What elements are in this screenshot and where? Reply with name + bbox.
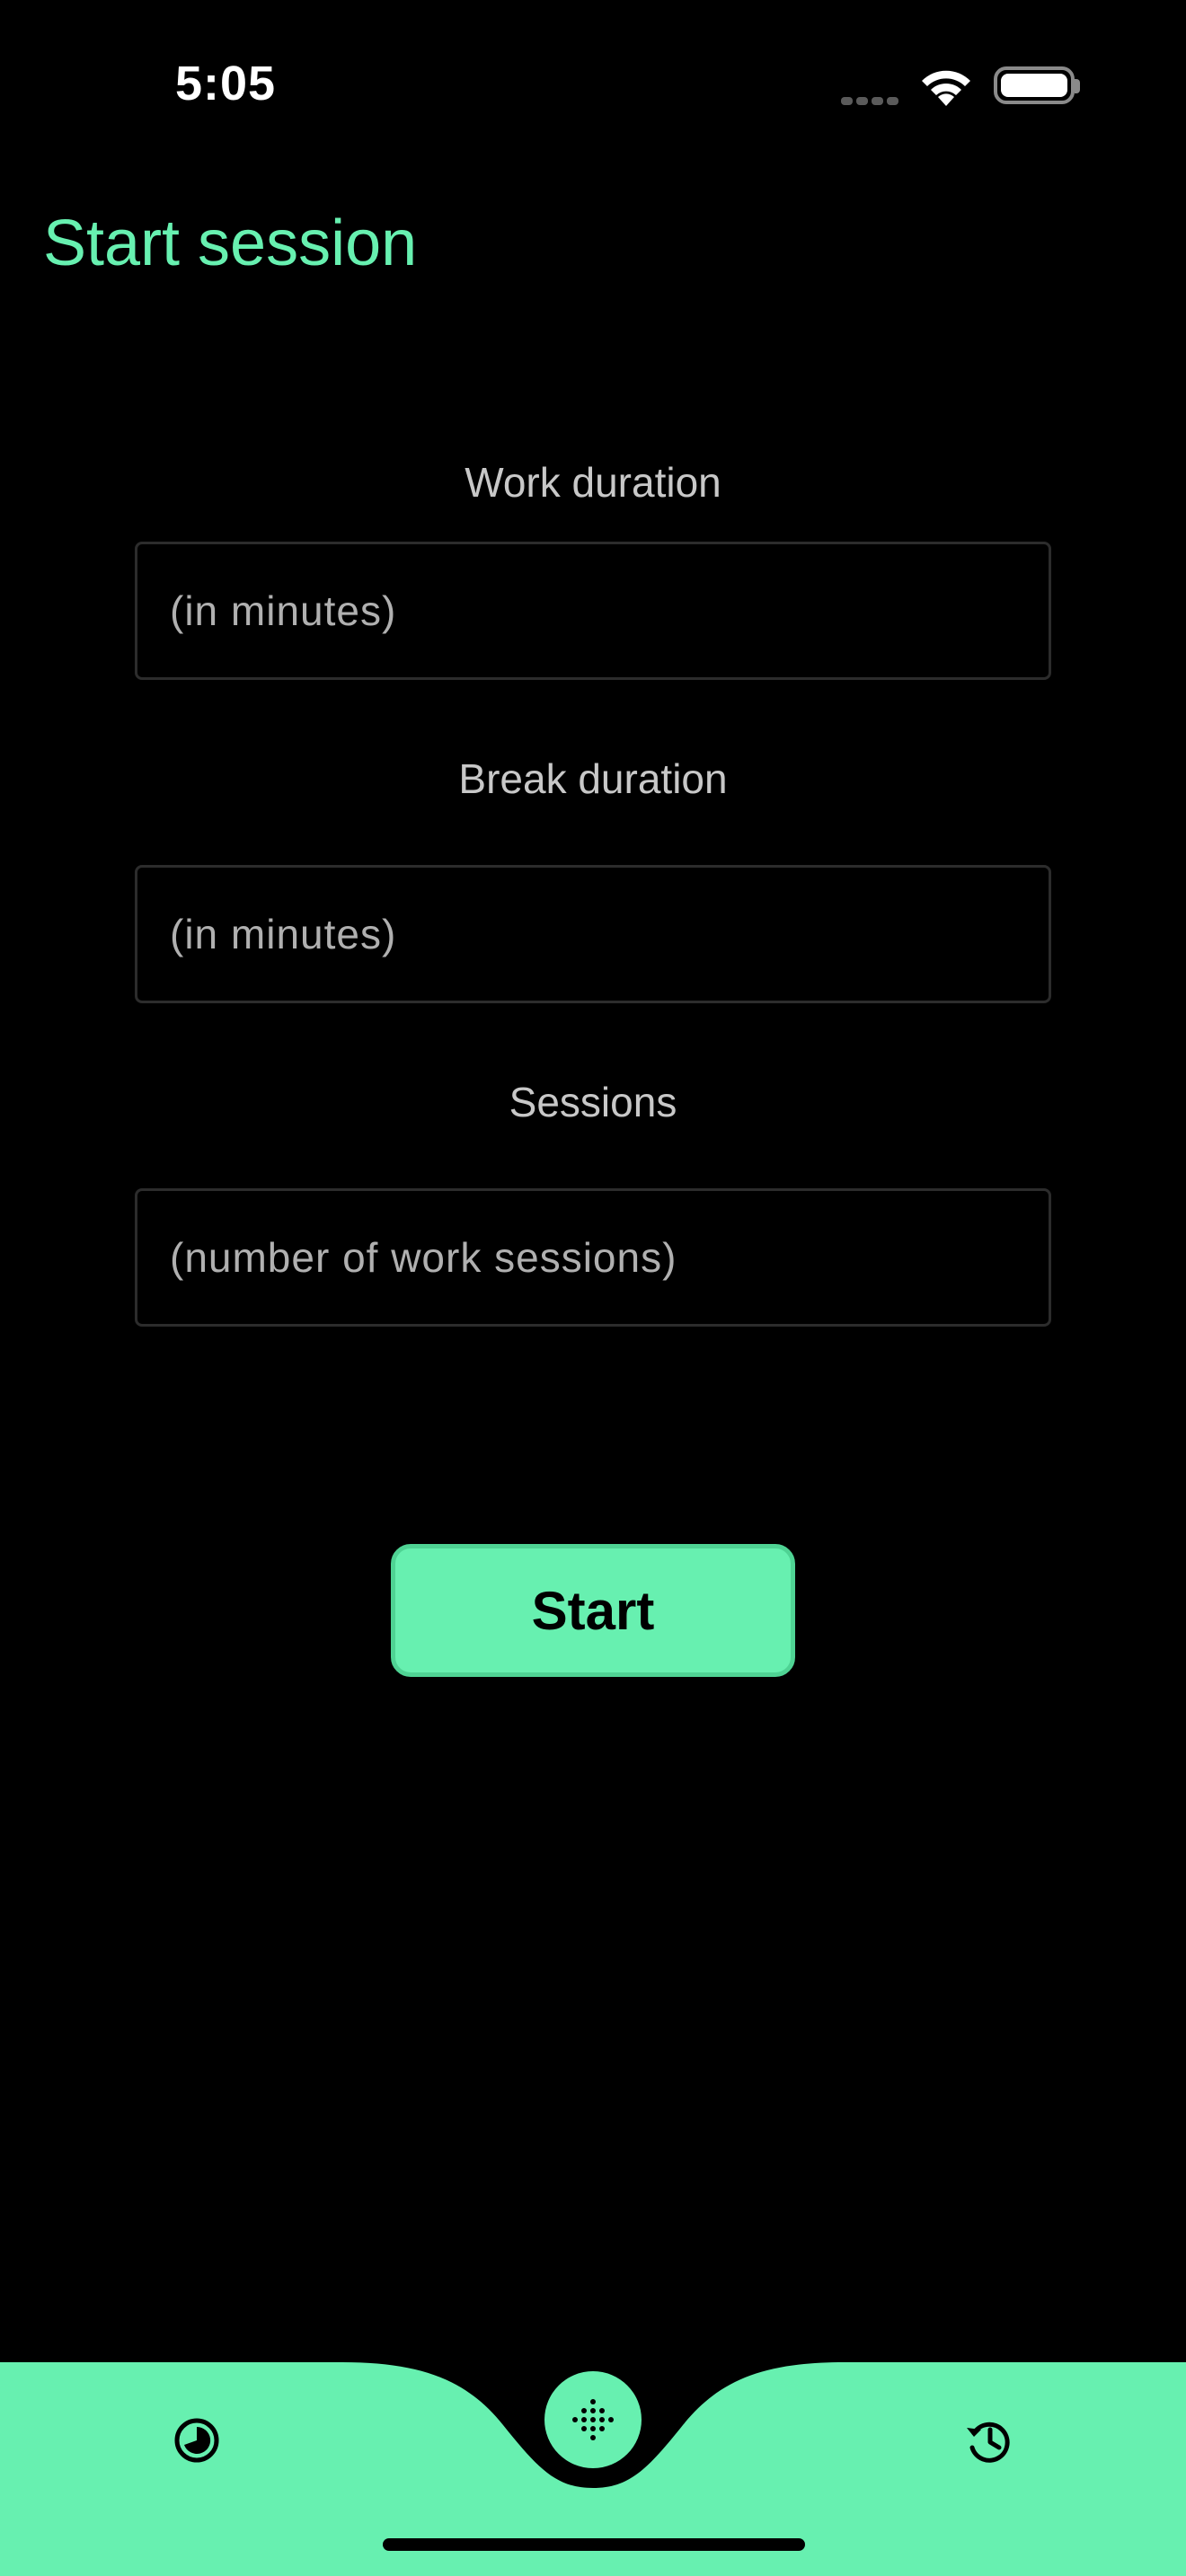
cellular-signal-icon <box>841 93 902 110</box>
history-icon[interactable] <box>963 2415 1013 2466</box>
break-duration-label: Break duration <box>458 755 728 802</box>
home-indicator <box>383 2538 805 2551</box>
dots-grid-icon <box>572 2399 614 2440</box>
wifi-icon <box>922 70 970 106</box>
start-button[interactable]: Start <box>391 1544 795 1677</box>
battery-icon <box>994 66 1075 104</box>
sessions-input[interactable] <box>135 1188 1051 1327</box>
status-time: 5:05 <box>175 57 277 110</box>
break-duration-input[interactable] <box>135 865 1051 1003</box>
pie-timer-icon[interactable] <box>172 2415 222 2466</box>
sessions-label: Sessions <box>509 1079 677 1125</box>
page-title: Start session <box>43 207 418 279</box>
work-duration-input[interactable] <box>135 542 1051 680</box>
battery-tip <box>1075 79 1080 93</box>
nav-center-button[interactable] <box>544 2371 642 2468</box>
work-duration-label: Work duration <box>465 459 721 506</box>
